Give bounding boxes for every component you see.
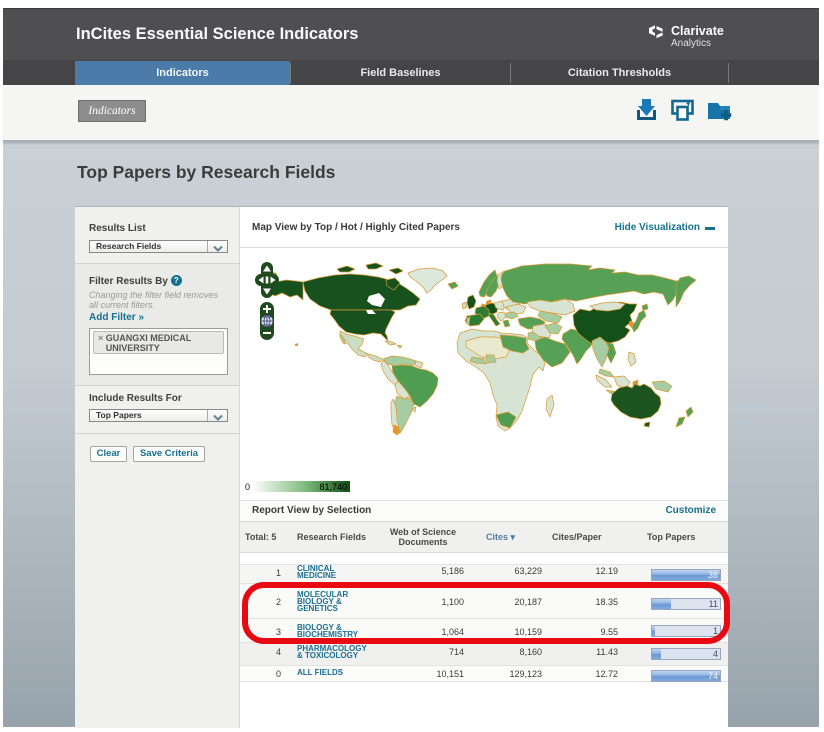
- svg-text:0: 0: [245, 482, 250, 492]
- svg-text:Analytics: Analytics: [671, 38, 711, 49]
- svg-text:81,740: 81,740: [319, 482, 347, 492]
- svg-text:Clarivate: Clarivate: [671, 24, 724, 38]
